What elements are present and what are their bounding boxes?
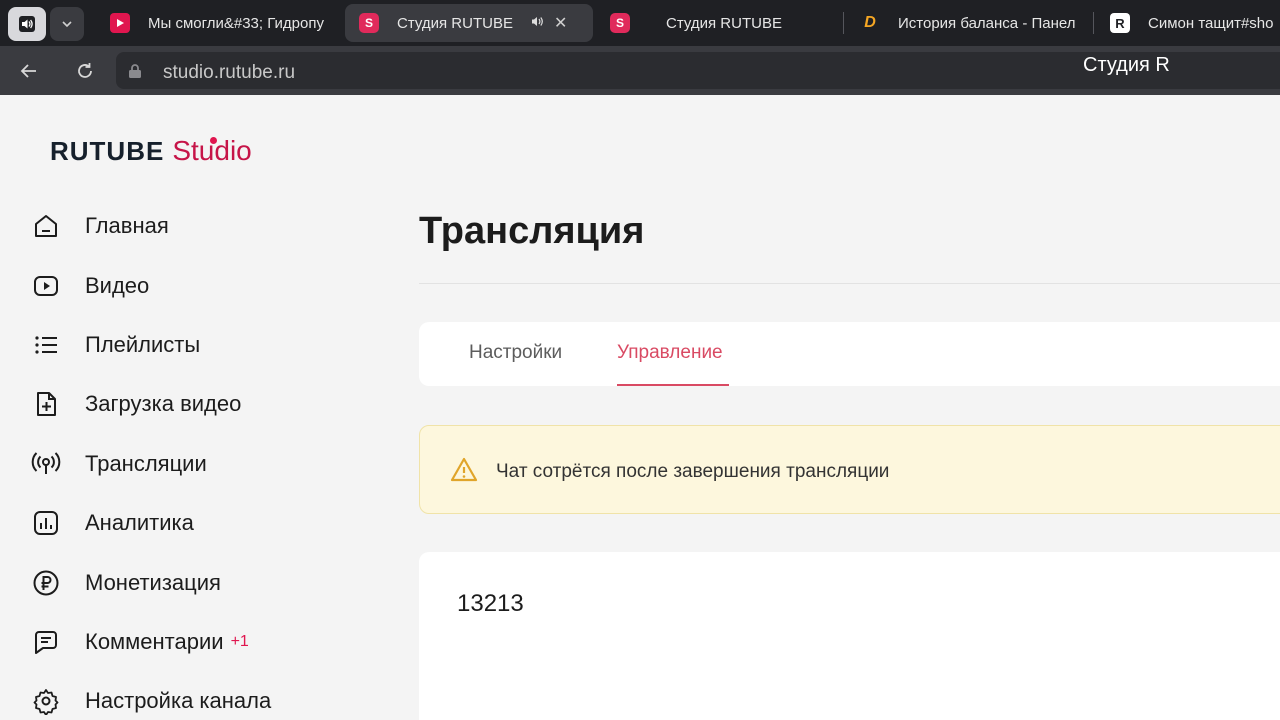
stream-value: 13213	[457, 590, 524, 617]
url-text: studio.rutube.ru	[163, 62, 296, 83]
comments-count-badge: +1	[230, 633, 249, 650]
file-plus-icon	[30, 388, 62, 420]
browser-tab[interactable]: R Симон тащит#sho	[1096, 4, 1280, 42]
comment-icon	[30, 626, 62, 658]
browser-tab-active[interactable]: S Студия RUTUBE ✕	[345, 4, 593, 42]
chat-warning-banner: Чат сотрётся после завершения трансляции	[419, 425, 1280, 514]
title-divider	[419, 283, 1280, 284]
ruble-icon	[30, 567, 62, 599]
sidebar-item-label: Монетизация	[85, 570, 221, 595]
tab-audio-button[interactable]	[8, 7, 46, 41]
sidebar-item-analytics[interactable]: Аналитика	[30, 503, 360, 543]
sidebar-item-label: Видео	[85, 273, 150, 298]
sidebar-item-monetization[interactable]: Монетизация	[30, 563, 360, 603]
gear-icon	[30, 685, 62, 717]
sidebar-item-broadcasts[interactable]: Трансляции	[30, 444, 360, 484]
sidebar-item-label: Комментарии	[85, 629, 224, 654]
video-play-icon	[30, 270, 62, 302]
tab-separator	[1093, 12, 1094, 34]
browser-tab[interactable]: Мы смогли&#33; Гидропу	[96, 4, 336, 42]
logo-brand: RUTUBE	[50, 136, 165, 166]
home-icon	[30, 210, 62, 242]
tabs-card: Настройки Управление	[419, 322, 1280, 386]
sidebar-item-comments[interactable]: Комментарии +1	[30, 622, 360, 662]
speaker-icon	[19, 16, 35, 32]
list-icon	[30, 329, 62, 361]
browser-tab-bar: Мы смогли&#33; Гидропу S Студия RUTUBE ✕…	[0, 0, 1280, 46]
warning-icon	[450, 457, 478, 482]
sidebar-item-label: Плейлисты	[85, 332, 201, 357]
tab-title: Студия RUTUBE	[666, 14, 782, 32]
rutube-studio-icon: S	[359, 13, 379, 33]
page-title: Трансляция	[419, 210, 645, 252]
tab-settings[interactable]: Настройки	[469, 342, 562, 364]
tab-title: Студия RUTUBE	[397, 14, 513, 32]
back-button[interactable]	[14, 56, 44, 86]
tab-management[interactable]: Управление	[617, 342, 723, 364]
studio-page: RUTUBE Studio Главная Видео Плейлисты За…	[0, 95, 1280, 720]
donation-d-icon: D	[864, 14, 876, 31]
sidebar-item-playlists[interactable]: Плейлисты	[30, 325, 360, 365]
reload-icon	[78, 63, 92, 78]
address-bar: studio.rutube.ru Студия R	[0, 46, 1280, 95]
browser-tab[interactable]: D История баланса - Панел	[846, 4, 1086, 42]
tab-title: Симон тащит#sho	[1148, 14, 1274, 32]
sidebar-item-label: Трансляции	[85, 451, 207, 476]
rutube-studio-icon: S	[610, 13, 630, 33]
sidebar-item-home[interactable]: Главная	[30, 206, 360, 246]
bar-chart-icon	[30, 507, 62, 539]
warning-text: Чат сотрётся после завершения трансляции	[496, 461, 890, 482]
broadcast-icon	[30, 448, 62, 480]
sidebar-item-video[interactable]: Видео	[30, 266, 360, 306]
rutube-r-icon: R	[1110, 13, 1130, 33]
sidebar-item-channel-settings[interactable]: Настройка канала	[30, 681, 360, 720]
page-title-header: Студия R	[1083, 54, 1170, 76]
sidebar-item-label: Главная	[85, 213, 169, 238]
logo-dot	[210, 137, 217, 144]
active-tab-underline	[617, 384, 729, 386]
lock-icon	[129, 64, 141, 78]
sidebar-item-label: Аналитика	[85, 510, 194, 535]
rutube-studio-logo[interactable]: RUTUBE Studio	[50, 135, 252, 167]
sidebar-item-upload[interactable]: Загрузка видео	[30, 384, 360, 424]
chevron-down-icon	[62, 21, 72, 28]
tab-sound-icon[interactable]	[531, 15, 544, 32]
tab-separator	[843, 12, 844, 34]
reload-button[interactable]	[70, 56, 100, 86]
tab-list-button[interactable]	[50, 7, 84, 41]
tab-title: Мы смогли&#33; Гидропу	[148, 14, 324, 32]
close-tab-icon[interactable]: ✕	[554, 13, 567, 33]
youtube-play-icon	[110, 13, 130, 33]
management-card: 13213	[419, 552, 1280, 720]
arrow-left-icon	[20, 64, 36, 78]
sidebar-item-label: Настройка канала	[85, 688, 272, 713]
tab-title: История баланса - Панел	[898, 14, 1076, 32]
sidebar-item-label: Загрузка видео	[85, 391, 242, 416]
browser-tab[interactable]: S Студия RUTUBE	[596, 4, 836, 42]
